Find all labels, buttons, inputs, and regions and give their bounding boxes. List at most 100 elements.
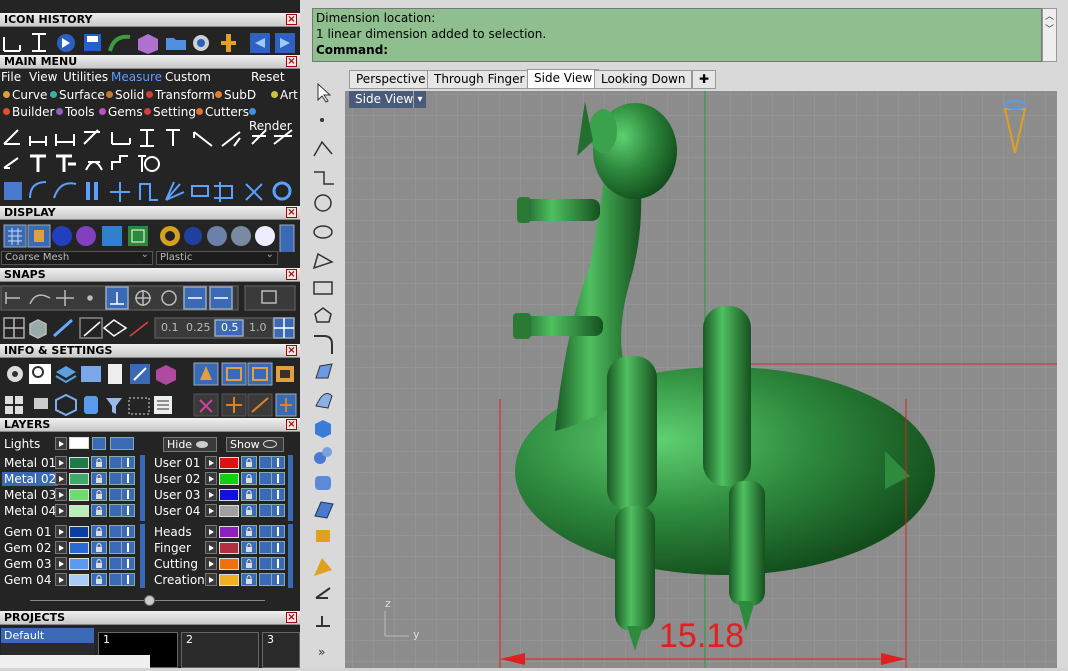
layer-color-swatch[interactable] [219,526,239,538]
tab-perspective[interactable]: Perspective [349,70,433,89]
history-forward-icon[interactable] [275,33,295,53]
layer-select-toggle[interactable] [121,557,135,570]
lights-lock-icon[interactable] [92,437,106,450]
lock-icon[interactable] [241,525,257,538]
dimension-radius-icon[interactable] [83,129,100,145]
sweep-icon[interactable] [315,393,333,409]
layer-color-swatch[interactable] [69,542,89,554]
move-icon[interactable] [110,182,130,202]
layer-expand-icon[interactable] [205,541,217,554]
layer-select-toggle[interactable] [121,573,135,586]
collapse-icon[interactable] [144,595,155,606]
layer-row[interactable]: Metal 03 [0,488,148,503]
category-setting[interactable]: Setting [144,105,196,119]
layer-select-toggle[interactable] [121,472,135,485]
layer-row[interactable]: Finger [150,541,298,556]
layer-expand-icon[interactable] [205,525,217,538]
snap-value-1[interactable]: 0.25 [186,321,211,334]
transform-snap-icon[interactable] [275,393,297,417]
dimension-chain-icon[interactable] [138,155,160,172]
fillet-icon[interactable] [314,335,333,354]
layer-select-toggle[interactable] [271,456,285,469]
category-tools[interactable]: Tools [56,105,95,119]
ring-icon[interactable] [272,181,292,201]
layer-name[interactable]: Gem 04 [4,573,51,587]
link-icon[interactable] [191,185,209,197]
close-icon[interactable]: × [286,612,297,623]
filter-icon[interactable] [106,398,122,414]
layer-color-swatch[interactable] [219,505,239,517]
lights-color-swatch[interactable] [69,437,89,449]
star-settings-icon[interactable] [193,362,219,386]
mesh-select[interactable]: Coarse Mesh [1,249,153,265]
category-curve[interactable]: Curve [3,88,47,102]
surface-patch-icon[interactable] [314,501,334,519]
layer-color-swatch[interactable] [219,542,239,554]
layer-row[interactable]: Heads [150,525,298,540]
viewport-dropdown-icon[interactable]: ▾ [413,91,426,108]
scroll-down-icon[interactable]: ﹀ [1043,22,1056,35]
snap-mid-icon[interactable] [183,286,207,310]
lock-icon[interactable] [91,488,107,501]
category-transform[interactable]: Transform [146,88,215,102]
snap-orange-icon[interactable] [221,393,247,417]
layer-expand-icon[interactable] [205,456,217,469]
layer-name[interactable]: User 02 [154,472,200,486]
lock-icon[interactable] [241,557,257,570]
layer-color-swatch[interactable] [69,505,89,517]
document-icon[interactable] [108,364,122,384]
pen-tool-icon[interactable] [315,587,331,599]
layer-select-toggle[interactable] [121,504,135,517]
close-icon[interactable]: × [286,419,297,430]
lock-icon[interactable] [91,456,107,469]
layer-select-toggle[interactable] [271,504,285,517]
wireframe-icon[interactable] [3,224,27,248]
lock-icon[interactable] [241,504,257,517]
gold-material-icon[interactable] [160,226,180,246]
material-select[interactable]: Plastic [156,249,278,265]
project-tab-3[interactable]: 3 [262,632,300,668]
layer-name[interactable]: Metal 04 [4,504,56,518]
history-back-icon[interactable] [250,33,270,53]
cube-wire-icon[interactable] [55,393,77,417]
monitor-icon[interactable] [34,398,48,409]
dimension-linear-icon[interactable] [29,136,47,146]
category-solid[interactable]: Solid [106,88,144,102]
chrome-material-icon[interactable] [231,226,251,246]
spheres-icon[interactable] [314,447,332,464]
lock-icon[interactable] [91,541,107,554]
layer-select-toggle[interactable] [271,573,285,586]
circle-tool-icon[interactable] [314,194,332,212]
layer-color-swatch[interactable] [69,457,89,469]
layer-row[interactable]: Cutting [150,557,298,572]
layer-scrollbar[interactable] [288,455,293,521]
dimension-diagonal-icon[interactable] [193,131,213,147]
layer-scrollbar[interactable] [288,524,293,588]
ruler-snap-icon[interactable] [53,318,73,338]
frame-icon[interactable] [276,366,294,382]
polyline-icon[interactable] [313,140,333,157]
array-icon[interactable] [247,362,273,386]
surface-corners-icon[interactable] [315,363,333,379]
layer-row[interactable]: User 03 [150,488,298,503]
layer-row[interactable]: User 02 [150,472,298,487]
close-icon[interactable]: × [286,269,297,280]
layer-select-toggle[interactable] [121,456,135,469]
layer-row[interactable]: Creation [150,573,298,588]
project-default[interactable]: Default [1,628,94,643]
snap-value-2[interactable]: 0.5 [221,321,239,334]
layer-expand-icon[interactable] [205,504,217,517]
dimension-edit-icon[interactable] [251,129,267,145]
lock-icon[interactable] [241,456,257,469]
arc-icon[interactable] [29,181,47,199]
folder-icon[interactable] [166,38,186,50]
dimension-aligned-icon[interactable] [55,134,75,146]
layer-name[interactable]: User 04 [154,504,200,518]
snap-value-3[interactable]: 1.0 [249,321,267,334]
layer-expand-icon[interactable] [55,456,67,469]
grid-toggle-icon[interactable] [273,317,295,339]
dimension-ordinate-icon[interactable] [166,129,180,146]
grid-snap-icon[interactable] [3,317,25,339]
dimension-horizontal-icon[interactable] [111,132,131,145]
curve-points-icon[interactable] [314,171,334,185]
